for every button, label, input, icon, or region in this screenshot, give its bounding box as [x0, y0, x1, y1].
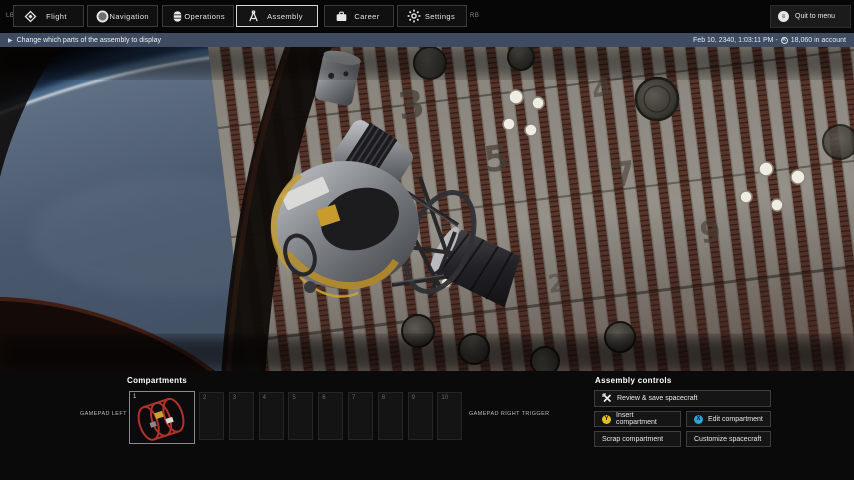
- tab-label: Assembly: [267, 11, 303, 21]
- tab-label: Career: [354, 11, 380, 21]
- slot-number: 8: [381, 395, 386, 401]
- tab-operations[interactable]: Operations: [162, 5, 234, 27]
- button-label: Edit compartment: [708, 415, 763, 423]
- tab-settings[interactable]: Settings: [397, 5, 467, 27]
- slot-number: 1: [133, 394, 137, 400]
- career-icon: [333, 10, 349, 23]
- tab-assembly[interactable]: Assembly: [236, 5, 318, 27]
- account-balance-text: 18,060 in account: [790, 36, 846, 44]
- slot-number: 9: [411, 395, 415, 401]
- tab-flight[interactable]: Flight: [13, 5, 84, 27]
- compartment-slot-2[interactable]: 2: [199, 392, 224, 440]
- slot-number: 2: [203, 395, 207, 401]
- slot-number: 4: [262, 395, 266, 401]
- slot-number: 5: [292, 395, 296, 401]
- datetime-text: Feb 10, 2340, 1:03:11 PM -: [693, 36, 778, 44]
- tab-label: Settings: [424, 11, 456, 21]
- slot-number: 6: [322, 395, 326, 401]
- quit-to-menu-button[interactable]: ≡ Quit to menu: [770, 5, 851, 28]
- operations-icon: [171, 10, 184, 23]
- gamepad-rb-hint: RB: [470, 13, 480, 19]
- assembly-icon: [245, 9, 261, 23]
- customize-spacecraft-button[interactable]: Customize spacecraft: [686, 431, 771, 447]
- compartment-slot-5[interactable]: 5: [288, 392, 314, 440]
- insert-compartment-button[interactable]: Y Insert compartment: [594, 411, 681, 427]
- gamepad-right-trigger-hint: GAMEPAD RIGHT TRIGGER: [469, 411, 550, 417]
- compartment-slot-10[interactable]: 10: [437, 392, 463, 440]
- bottom-panel: Compartments GAMEPAD LEFT TRIGGER GAMEPA…: [0, 371, 854, 480]
- menu-circle-icon: ≡: [778, 11, 789, 22]
- button-label: Scrap compartment: [602, 435, 664, 443]
- compartments-title: Compartments: [127, 376, 188, 385]
- tab-label: Operations: [184, 11, 225, 21]
- quit-label: Quit to menu: [795, 13, 836, 20]
- compartment-slot-8[interactable]: 8: [377, 392, 403, 440]
- compartment-slot-7[interactable]: 7: [348, 392, 373, 440]
- hint-arrow-icon: ▶: [8, 37, 13, 44]
- button-label: Review & save spacecraft: [617, 395, 698, 402]
- button-label: Customize spacecraft: [694, 435, 762, 443]
- tab-label: Navigation: [109, 11, 149, 21]
- slot-number: 7: [352, 395, 356, 401]
- settings-icon: [406, 9, 422, 23]
- compartment-slot-3[interactable]: 3: [228, 392, 254, 440]
- tab-navigation[interactable]: Navigation: [87, 5, 158, 27]
- compartment-slot-6[interactable]: 6: [318, 392, 344, 440]
- slot-number: 10: [441, 395, 449, 401]
- button-label: Insert compartment: [616, 412, 657, 426]
- viewport-3d[interactable]: 3 4 5 7 9 2: [0, 47, 854, 371]
- compartment-slot-4[interactable]: 4: [258, 392, 284, 440]
- gamepad-x-button-icon: X: [694, 414, 703, 424]
- compartment-slot-9[interactable]: 9: [407, 392, 433, 440]
- scrap-compartment-button[interactable]: Scrap compartment: [594, 431, 681, 447]
- navigation-icon: [96, 10, 110, 23]
- tab-label: Flight: [46, 11, 67, 21]
- slot-number: 3: [232, 395, 237, 401]
- context-hint-bar: ▶ Change which parts of the assembly to …: [0, 33, 854, 47]
- review-save-spacecraft-button[interactable]: Review & save spacecraft: [594, 390, 771, 407]
- gamepad-y-button-icon: Y: [602, 414, 611, 424]
- compartment-thumbnail: [130, 392, 194, 443]
- flight-icon: [22, 10, 38, 23]
- top-menu-bar: LB Flight Navigation Operations Assembly: [0, 0, 854, 33]
- game-window: 3 4 5 7 9 2 LB Flight Navigation Operati…: [0, 0, 854, 480]
- compartment-slot-1[interactable]: 1: [129, 391, 195, 444]
- tab-career[interactable]: Career: [324, 5, 394, 27]
- assembly-controls-title: Assembly controls: [595, 376, 672, 385]
- scene-render: [0, 47, 854, 371]
- edit-compartment-button[interactable]: X Edit compartment: [686, 411, 771, 427]
- review-save-icon: [602, 392, 612, 405]
- currency-icon: K: [780, 36, 788, 44]
- hint-text: Change which parts of the assembly to di…: [16, 36, 161, 44]
